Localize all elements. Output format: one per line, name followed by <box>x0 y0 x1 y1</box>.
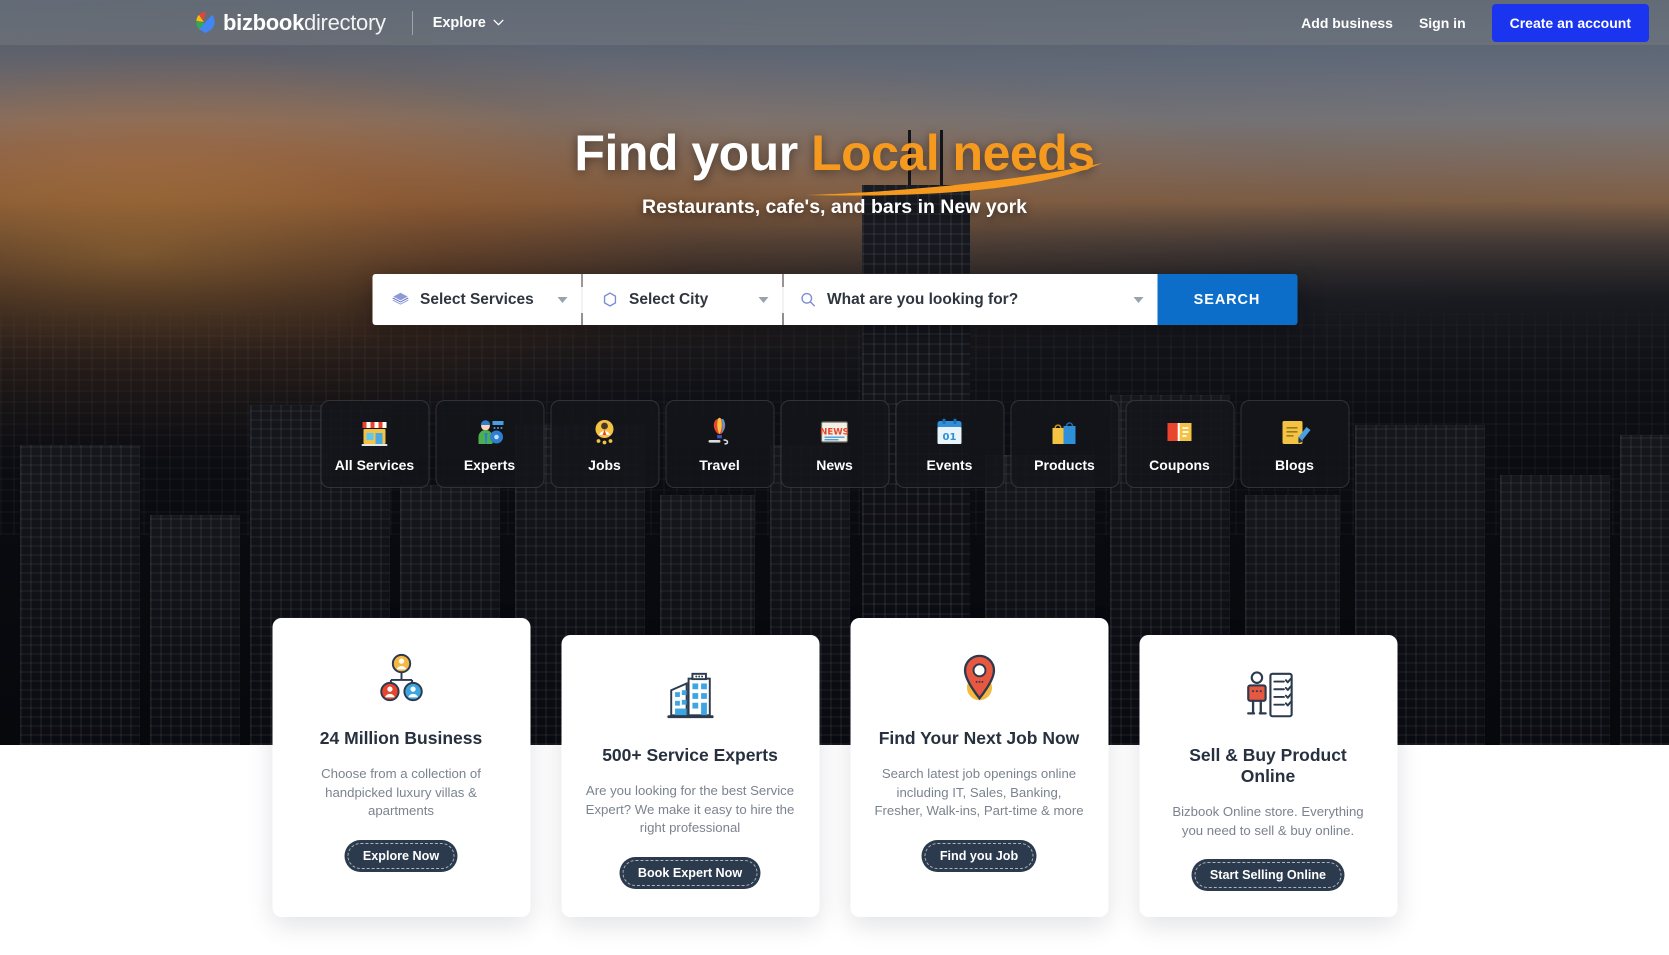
hero-text-block: Find your Local needs Restaurants, cafe'… <box>0 124 1669 219</box>
category-tile-blogs[interactable]: Blogs <box>1240 400 1349 488</box>
search-icon <box>800 292 815 307</box>
caret-down-icon[interactable] <box>1133 296 1143 303</box>
nav-explore-label: Explore <box>432 14 486 31</box>
nav-divider <box>411 10 413 35</box>
landing-page: bizbookdirectory Explore Add business Si… <box>0 0 1669 955</box>
shopping-bags-icon <box>1052 421 1076 444</box>
chevron-down-icon <box>493 19 504 26</box>
building-silhouette <box>20 445 140 745</box>
feature-card-title: 500+ Service Experts <box>602 745 778 765</box>
feature-card-title: Sell & Buy Product Online <box>1189 745 1347 786</box>
category-label: Jobs <box>588 456 621 473</box>
headline-plain: Find your <box>574 125 812 181</box>
caret-down-icon[interactable] <box>758 296 768 303</box>
search-input-placeholder: What are you looking for? <box>827 290 1019 308</box>
building-silhouette <box>1620 435 1669 745</box>
feature-card-description: Are you looking for the best Service Exp… <box>585 783 795 836</box>
top-navigation-bar: bizbookdirectory Explore Add business Si… <box>0 0 1669 45</box>
calendar-icon: 01 <box>937 418 962 444</box>
create-account-button[interactable]: Create an account <box>1491 3 1649 42</box>
page-title: Find your Local needs <box>574 124 1103 196</box>
category-tile-products[interactable]: Products <box>1010 400 1119 488</box>
feature-card-button[interactable]: Explore Now <box>344 840 458 873</box>
category-tile-events[interactable]: 01 Events <box>895 400 1004 488</box>
storefront-icon <box>361 421 388 446</box>
category-label: Travel <box>699 456 740 473</box>
category-label: Events <box>926 456 973 473</box>
city-select[interactable]: Select City <box>582 274 782 325</box>
location-hex-icon <box>603 292 616 307</box>
feature-card-title: 24 Million Business <box>319 728 483 748</box>
feature-card-description: Bizbook Online store. Everything you nee… <box>1172 804 1364 838</box>
svg-text:NEWS: NEWS <box>820 427 849 437</box>
newspaper-icon: NEWS <box>820 420 849 443</box>
feature-card-description: Choose from a collection of handpicked l… <box>321 766 481 819</box>
category-tile-travel[interactable]: Travel <box>665 400 774 488</box>
category-tile-news[interactable]: NEWS News <box>780 400 889 488</box>
brand-logo-link[interactable]: bizbookdirectory <box>196 10 386 36</box>
category-label: Experts <box>463 456 516 473</box>
employee-badge-icon <box>595 419 614 444</box>
writing-note-icon <box>1282 420 1311 444</box>
feature-card-title: Find Your Next Job Now <box>878 728 1080 748</box>
brand-name-bold: bizbook <box>223 9 305 35</box>
brand-name: bizbookdirectory <box>223 10 386 36</box>
feature-cards: 24 Million Business Choose from a collec… <box>272 618 1397 918</box>
search-input-field[interactable]: What are you looking for? <box>783 274 1157 325</box>
category-tile-all-services[interactable]: All Services <box>320 400 429 488</box>
coupon-ticket-icon <box>1167 422 1192 441</box>
category-label: Coupons <box>1149 456 1210 473</box>
category-label: Blogs <box>1275 456 1314 473</box>
category-tile-experts[interactable]: Experts <box>435 400 544 488</box>
category-label: All Services <box>334 456 415 473</box>
feature-card-button[interactable]: Find you Job <box>921 840 1037 873</box>
brand-name-light: directory <box>304 9 386 35</box>
feature-card: Sell & Buy Product Online Bizbook Online… <box>1139 635 1397 918</box>
person-checklist-icon <box>1246 671 1293 718</box>
feature-card: 24 Million Business Choose from a collec… <box>272 618 530 918</box>
svg-text:01: 01 <box>943 432 957 443</box>
worker-tools-icon <box>478 419 504 444</box>
nav-sign-in-link[interactable]: Sign in <box>1419 15 1466 31</box>
nav-explore-menu[interactable]: Explore <box>433 15 504 31</box>
feature-card-description: Search latest job openings online includ… <box>874 766 1084 819</box>
service-select[interactable]: Select Services <box>372 274 581 325</box>
category-tiles: All Services Experts Jobs Travel NEWS Ne… <box>320 400 1349 488</box>
category-tile-coupons[interactable]: Coupons <box>1125 400 1234 488</box>
category-label: News <box>816 456 853 473</box>
category-label: Products <box>1034 456 1095 473</box>
building-silhouette <box>1500 475 1610 745</box>
nav-add-business-link[interactable]: Add business <box>1301 15 1393 31</box>
building-silhouette <box>150 515 240 745</box>
map-pin-icon <box>963 654 995 701</box>
search-button[interactable]: SEARCH <box>1157 274 1297 325</box>
hot-air-balloon-icon <box>708 417 729 445</box>
nav-right-group: Add business Sign in Create an account <box>1301 3 1649 42</box>
map-pin-logo-icon <box>196 12 215 33</box>
category-tile-jobs[interactable]: Jobs <box>550 400 659 488</box>
caret-down-icon[interactable] <box>557 296 567 303</box>
orange-swoosh-underline <box>806 163 1103 196</box>
hero-subtitle: Restaurants, cafe's, and bars in New yor… <box>641 196 1028 218</box>
people-network-icon <box>379 653 423 702</box>
city-select-label: Select City <box>629 290 709 308</box>
search-bar: Select Services Select City What are you… <box>372 274 1297 325</box>
service-select-label: Select Services <box>420 290 534 308</box>
feature-card-button[interactable]: Start Selling Online <box>1191 859 1345 892</box>
layers-icon <box>391 292 409 305</box>
feature-card-button[interactable]: Book Expert Now <box>619 857 761 890</box>
office-buildings-icon <box>666 672 714 719</box>
feature-card: Find Your Next Job Now Search latest job… <box>850 618 1108 918</box>
feature-card: 500+ Service Experts Are you looking for… <box>561 635 819 918</box>
